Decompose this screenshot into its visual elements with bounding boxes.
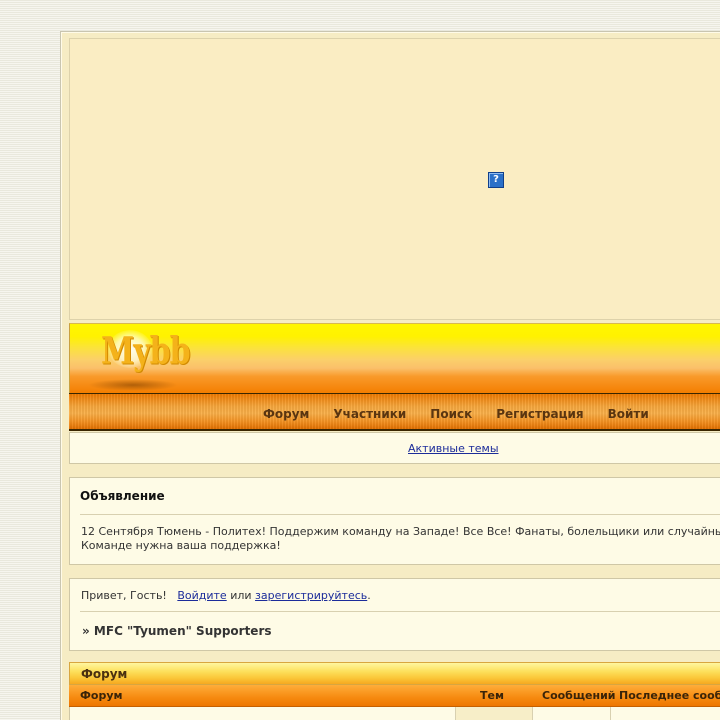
period-text: . <box>367 589 371 602</box>
topics-cell <box>456 707 533 720</box>
forum-section-header: Форум <box>69 662 720 685</box>
broken-image-icon[interactable]: ? <box>488 172 504 188</box>
table-row <box>69 707 720 720</box>
column-posts: Сообщений <box>542 689 616 702</box>
nav-item-search[interactable]: Поиск <box>430 407 472 421</box>
site-logo[interactable]: Mybb <box>101 330 191 374</box>
nav-item-users[interactable]: Участники <box>333 407 406 421</box>
nav-item-forum[interactable]: Форум <box>263 407 309 421</box>
column-forum: Форум <box>80 689 123 702</box>
greeting-text: Привет, Гость! <box>81 589 167 602</box>
forum-section-title: Форум <box>81 667 128 681</box>
welcome-box: Привет, Гость! Войдите или зарегистрируй… <box>69 578 720 651</box>
forum-cell <box>70 707 456 720</box>
announcement-text: 12 Сентября Тюмень - Политех! Поддержим … <box>81 525 720 553</box>
divider <box>80 514 720 515</box>
nav-item-register[interactable]: Регистрация <box>496 407 583 421</box>
guest-greeting: Привет, Гость! Войдите или зарегистрируй… <box>81 589 371 602</box>
banner-area: ? <box>69 38 720 320</box>
forum-table-header: Форум Тем Сообщений Последнее сооб <box>69 685 720 707</box>
nav-item-login[interactable]: Войти <box>608 407 649 421</box>
announcement-title: Объявление <box>80 489 165 503</box>
logo-shadow <box>88 379 178 391</box>
breadcrumb[interactable]: » MFC "Tyumen" Supporters <box>82 624 272 638</box>
main-navigation: Форум Участники Поиск Регистрация Войти <box>69 393 720 431</box>
posts-cell <box>533 707 611 720</box>
login-link[interactable]: Войдите <box>177 589 226 602</box>
divider <box>80 611 720 612</box>
announcement-line-1: 12 Сентября Тюмень - Политех! Поддержим … <box>81 525 720 538</box>
announcement-line-2: Команде нужна ваша поддержка! <box>81 539 281 552</box>
or-text: или <box>230 589 252 602</box>
user-links-bar: Активные темы <box>69 432 720 464</box>
announcement-box: Объявление 12 Сентября Тюмень - Политех!… <box>69 477 720 565</box>
active-topics-link[interactable]: Активные темы <box>408 442 499 455</box>
column-last-post: Последнее сооб <box>619 689 720 702</box>
register-link[interactable]: зарегистрируйтесь <box>255 589 367 602</box>
site-header: Mybb <box>69 323 720 393</box>
last-post-cell <box>611 707 720 720</box>
page-container: ? Mybb Форум Участники Поиск Регистрация… <box>60 31 720 720</box>
column-topics: Тем <box>480 689 504 702</box>
